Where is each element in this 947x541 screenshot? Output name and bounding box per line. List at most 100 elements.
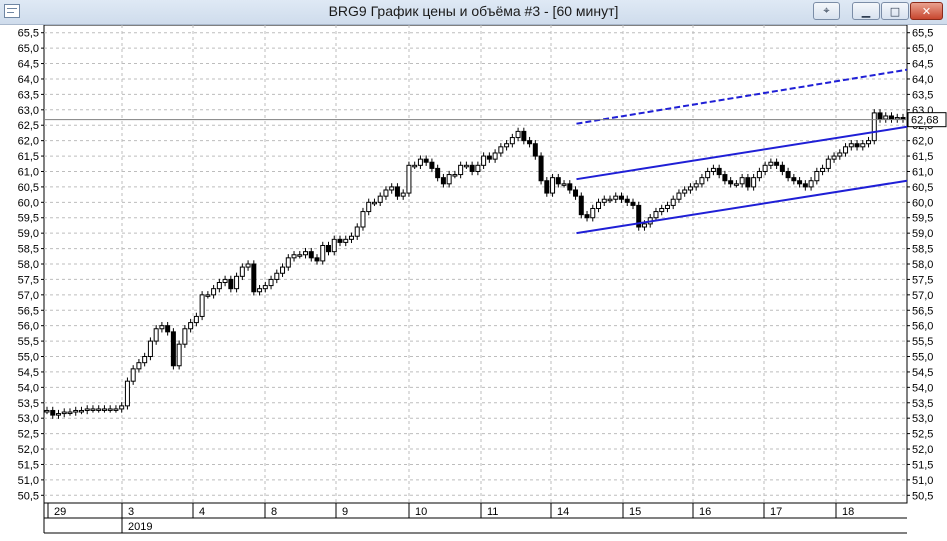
candle <box>486 155 492 160</box>
candle <box>446 174 452 185</box>
candle <box>843 146 849 154</box>
y-tick-label-left: 64,0 <box>18 74 39 86</box>
candle <box>877 112 883 120</box>
chart-area[interactable]: 65,5 65,5 65,0 65,0 64,5 64,5 64,0 64,0 63,5 63,5… <box>0 24 947 536</box>
candle <box>61 411 67 415</box>
candle <box>469 164 475 172</box>
candle <box>641 223 647 228</box>
y-tick-label-right: 59,5 <box>912 213 933 225</box>
candle <box>820 167 826 172</box>
close-icon[interactable]: ✕ <box>910 2 943 20</box>
x-day-label: 18 <box>842 506 854 518</box>
x-day-label: 10 <box>415 506 427 518</box>
candle <box>193 315 199 324</box>
candle <box>96 408 102 411</box>
candle <box>814 170 820 182</box>
candle <box>504 143 510 148</box>
grid-icon[interactable]: ⌖ <box>813 2 840 20</box>
y-tick-label-left: 51,0 <box>18 475 39 487</box>
candle <box>791 177 797 182</box>
candle <box>866 140 872 145</box>
candle <box>222 278 228 284</box>
y-tick-label-left: 64,5 <box>18 59 39 71</box>
y-tick-label-right: 62,0 <box>912 136 933 148</box>
y-tick-label-right: 61,5 <box>912 151 933 163</box>
candle <box>377 195 383 203</box>
candle <box>366 201 372 213</box>
candle <box>463 164 469 168</box>
x-day-label: 16 <box>699 506 711 518</box>
candle <box>412 164 418 168</box>
candle <box>394 186 400 197</box>
candle <box>808 180 814 188</box>
candle <box>561 183 567 186</box>
y-tick-label-left: 55,5 <box>18 336 39 348</box>
y-tick-label-right: 57,0 <box>912 290 933 302</box>
candle <box>280 266 286 274</box>
candle <box>331 238 337 253</box>
candle <box>44 409 50 413</box>
x-day-label: 15 <box>629 506 641 518</box>
y-tick-label-left: 65,5 <box>18 28 39 40</box>
candle <box>785 170 791 179</box>
x-day-label: 11 <box>487 506 498 518</box>
candle <box>509 137 515 145</box>
y-tick-label-left: 61,5 <box>18 151 39 163</box>
y-tick-label-right: 57,5 <box>912 274 933 286</box>
y-tick-label-right: 56,0 <box>912 321 933 333</box>
y-tick-label-right: 64,5 <box>912 59 933 71</box>
y-tick-label-left: 58,0 <box>18 259 39 271</box>
y-tick-label-right: 50,5 <box>912 490 933 502</box>
candle <box>601 198 607 203</box>
candle <box>142 356 148 364</box>
candle <box>498 146 504 154</box>
candle <box>745 177 751 188</box>
y-tick-label-left: 60,5 <box>18 182 39 194</box>
candle <box>153 328 159 342</box>
candle <box>354 226 360 237</box>
y-tick-label-left: 61,0 <box>18 166 39 178</box>
candle <box>234 275 240 290</box>
y-tick-label-left: 60,0 <box>18 197 39 209</box>
y-tick-label-left: 59,0 <box>18 228 39 240</box>
candle <box>705 170 711 179</box>
candle <box>285 257 291 268</box>
minimize-icon[interactable]: ▁ <box>852 2 880 20</box>
y-tick-label-right: 54,0 <box>912 382 933 394</box>
title-bar[interactable]: BRG9 График цены и объёма #3 - [60 минут… <box>0 0 947 25</box>
x-day-label: 17 <box>770 506 782 518</box>
candle <box>251 263 257 293</box>
candle <box>659 207 665 213</box>
y-tick-label-right: 63,5 <box>912 89 933 101</box>
candle <box>458 164 464 176</box>
candle <box>429 161 435 169</box>
candle <box>578 195 584 216</box>
candle <box>136 362 142 370</box>
price-chart[interactable]: 65,5 65,5 65,0 65,0 64,5 64,5 64,0 64,0 63,5 63,5… <box>0 24 947 536</box>
candle <box>303 251 309 256</box>
y-tick-label-right: 59,0 <box>912 228 933 240</box>
candle <box>584 214 590 219</box>
maximize-icon[interactable]: □ <box>881 2 909 20</box>
candle <box>515 130 521 139</box>
candle <box>779 164 785 172</box>
candle <box>756 170 762 179</box>
x-day-label: 9 <box>342 506 348 518</box>
candle <box>262 285 268 290</box>
candle <box>199 294 205 317</box>
candle <box>687 186 693 191</box>
y-tick-label-right: 60,0 <box>912 197 933 209</box>
candle <box>860 143 866 148</box>
candle <box>837 152 843 157</box>
year-label: 2019 <box>128 521 152 533</box>
candle <box>590 207 596 219</box>
candle <box>211 288 217 296</box>
candle <box>170 331 176 367</box>
y-tick-label-right: 53,0 <box>912 413 933 425</box>
candle <box>900 117 906 120</box>
y-tick-label-right: 58,0 <box>912 259 933 271</box>
candle <box>274 272 280 280</box>
candle <box>188 322 194 330</box>
y-tick-label-right: 51,5 <box>912 459 933 471</box>
y-tick-label-right: 55,0 <box>912 352 933 364</box>
